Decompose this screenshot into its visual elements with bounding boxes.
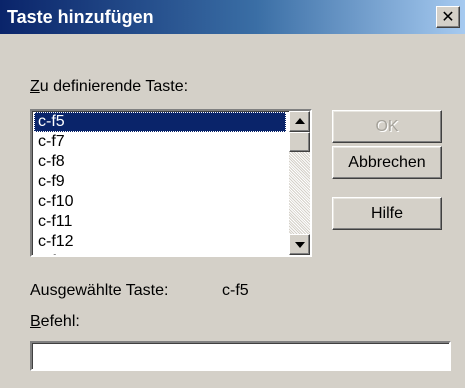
arrow-down-icon <box>295 242 305 248</box>
key-list-label-mnemonic: Z <box>30 78 40 95</box>
close-button[interactable]: ✕ <box>436 6 460 28</box>
list-item[interactable]: c-f10 <box>34 192 286 212</box>
list-item[interactable]: c-f8 <box>34 152 286 172</box>
help-button[interactable]: Hilfe <box>332 197 442 230</box>
command-label-text: efehl: <box>40 313 80 330</box>
window-title: Taste hinzufügen <box>7 6 154 27</box>
scroll-up-button[interactable] <box>289 111 310 132</box>
list-item[interactable]: c-f9 <box>34 172 286 192</box>
list-item[interactable]: c-f11 <box>34 212 286 232</box>
selected-key-value: c-f5 <box>222 282 249 299</box>
list-item[interactable]: c-f2 <box>34 252 286 255</box>
selected-key-label: Ausgewählte Taste: <box>30 282 169 299</box>
list-item-selected[interactable]: c-f5 <box>34 112 286 132</box>
add-key-dialog: Taste hinzufügen ✕ Zu definierende Taste… <box>0 0 465 388</box>
cancel-button[interactable]: Abbrechen <box>332 146 442 179</box>
key-listbox[interactable]: c-f5 c-f7 c-f8 c-f9 c-f10 c-f11 c-f12 c-… <box>30 109 312 257</box>
close-icon: ✕ <box>441 7 455 26</box>
arrow-up-icon <box>295 118 305 124</box>
scroll-down-button[interactable] <box>289 234 310 255</box>
ok-button[interactable]: OK <box>332 110 442 143</box>
scrollbar-thumb[interactable] <box>289 132 310 152</box>
command-label-mnemonic: B <box>30 313 41 330</box>
list-item[interactable]: c-f12 <box>34 232 286 252</box>
vertical-scrollbar[interactable] <box>289 111 310 255</box>
title-bar[interactable]: Taste hinzufügen ✕ <box>0 0 465 34</box>
list-item[interactable]: c-f7 <box>34 132 286 152</box>
command-input[interactable] <box>30 341 451 371</box>
command-label: Befehl: <box>30 313 80 331</box>
key-list-label-text: u definierende Taste: <box>39 78 189 95</box>
key-list-label: Zu definierende Taste: <box>30 78 188 96</box>
